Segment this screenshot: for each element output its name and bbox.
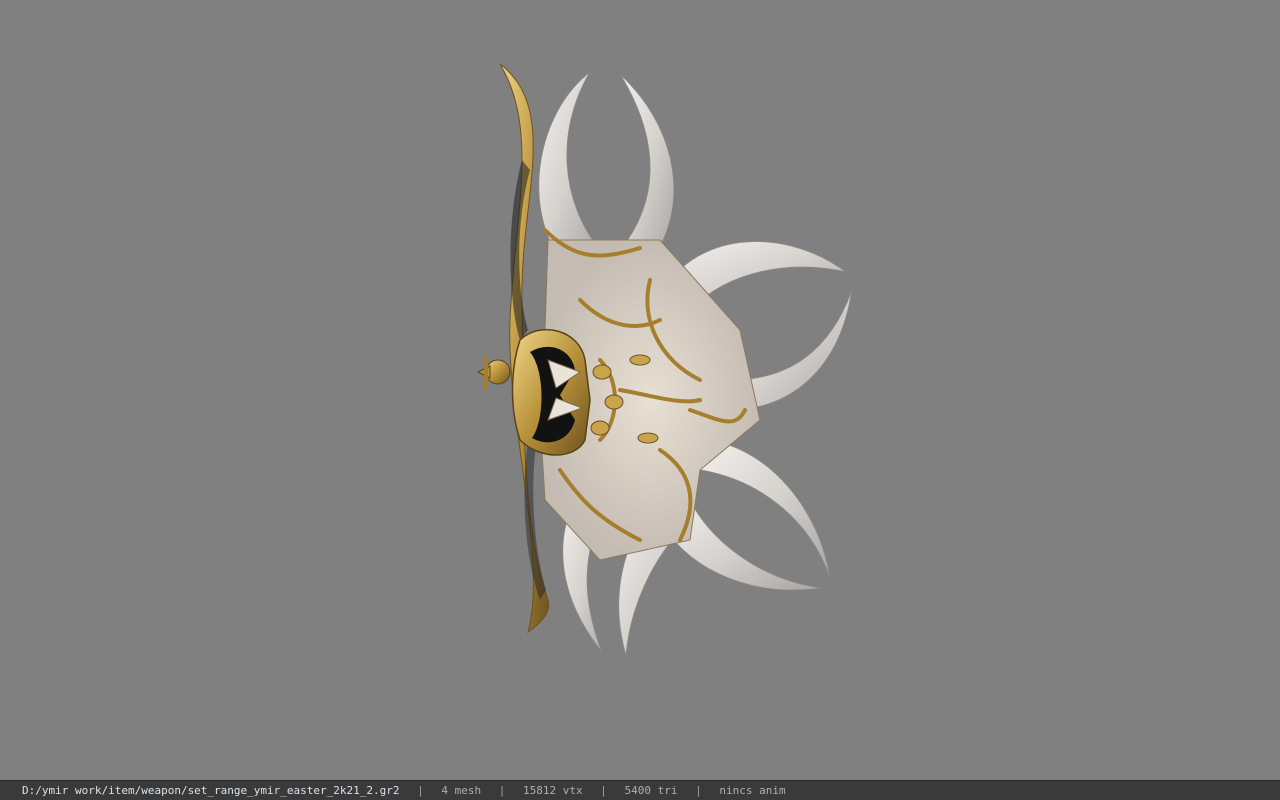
status-mesh-count: 4 mesh xyxy=(441,784,482,797)
status-bar: D:/ymir work/item/weapon/set_range_ymir_… xyxy=(0,780,1280,800)
status-separator: | xyxy=(600,784,607,797)
ornament-gem-2 xyxy=(604,394,624,410)
status-animation: nincs anim xyxy=(719,784,786,797)
status-vertex-count: 15812 vtx xyxy=(523,784,583,797)
ornament-gem-3 xyxy=(590,420,610,436)
status-separator: | xyxy=(695,784,702,797)
status-triangle-count: 5400 tri xyxy=(624,784,678,797)
ornament-gem-5 xyxy=(637,432,659,444)
ornament-gem-1 xyxy=(592,364,612,380)
blade-top-2 xyxy=(619,73,675,263)
bow-model-render xyxy=(476,63,853,657)
status-file-path: D:/ymir work/item/weapon/set_range_ymir_… xyxy=(22,784,400,797)
status-separator: | xyxy=(498,784,506,797)
status-separator: | xyxy=(417,784,424,797)
3d-viewport[interactable] xyxy=(0,0,1280,780)
ornament-gem-4 xyxy=(629,354,651,366)
bow-grip xyxy=(476,329,591,456)
